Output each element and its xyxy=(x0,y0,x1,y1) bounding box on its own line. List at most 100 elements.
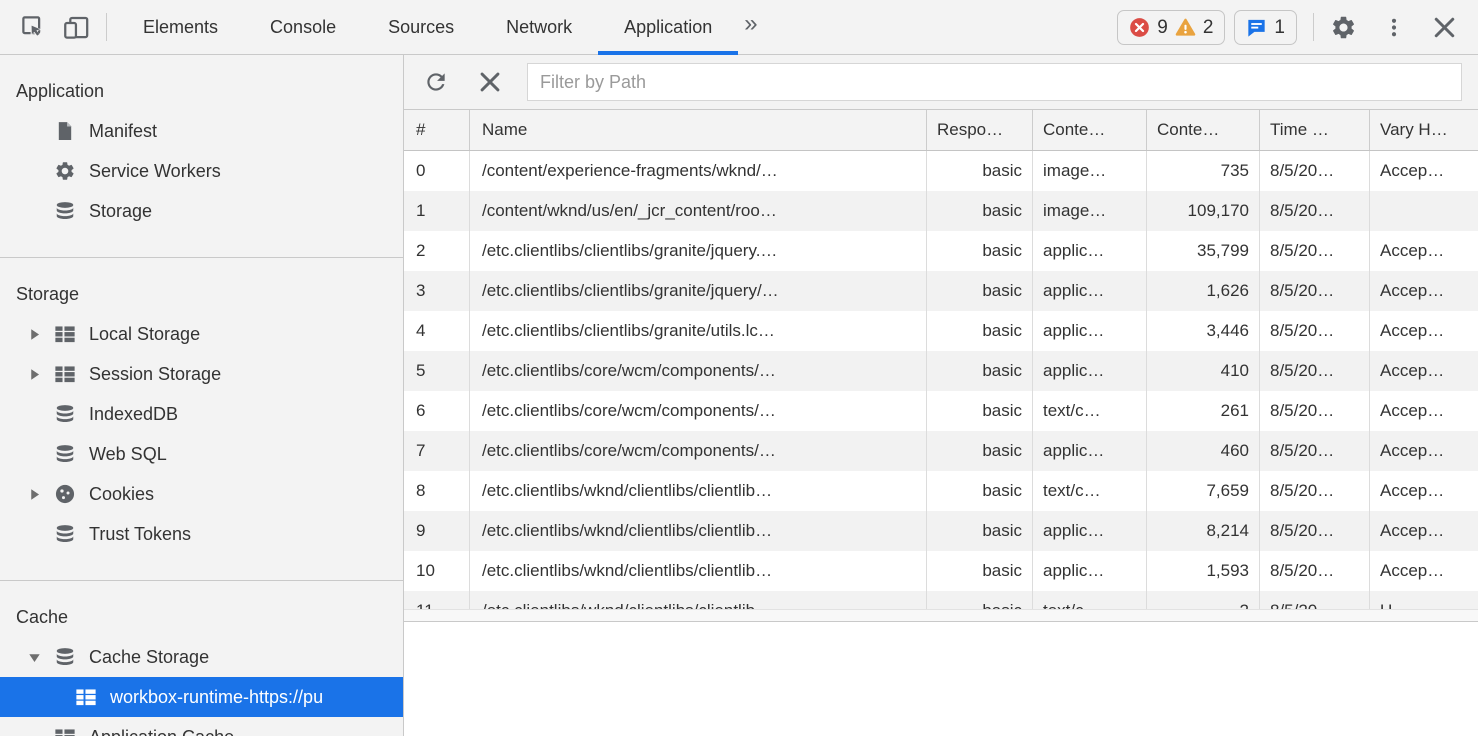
table-row[interactable]: 3 /etc.clientlibs/clientlibs/granite/jqu… xyxy=(404,271,1478,311)
cell-name: /content/experience-fragments/wknd/… xyxy=(470,151,927,191)
table-row[interactable]: 8 /etc.clientlibs/wknd/clientlibs/client… xyxy=(404,471,1478,511)
cell-response-type: basic xyxy=(927,551,1033,591)
cell-number: 11 xyxy=(404,591,470,609)
sidebar-item-label: Cache Storage xyxy=(89,647,209,668)
chevron-right-icon[interactable] xyxy=(28,368,54,381)
devtools-toolbar: Elements Console Sources Network Applica… xyxy=(0,0,1478,55)
warning-count: 2 xyxy=(1203,18,1214,37)
cell-number: 1 xyxy=(404,191,470,231)
chevron-right-icon[interactable] xyxy=(28,488,54,501)
cell-number: 5 xyxy=(404,351,470,391)
column-header-name[interactable]: Name xyxy=(470,110,927,150)
sidebar-item-indexeddb[interactable]: IndexedDB xyxy=(0,394,403,434)
sidebar-item-local-storage[interactable]: Local Storage xyxy=(0,314,403,354)
column-header-response-type[interactable]: Respo… xyxy=(927,110,1033,150)
table-row[interactable]: 11 /etc.clientlibs/wknd/clientlibs/clien… xyxy=(404,591,1478,609)
cell-name: /etc.clientlibs/core/wcm/components/… xyxy=(470,351,927,391)
cell-time-cached: 8/5/20… xyxy=(1260,151,1370,191)
table-row[interactable]: 7 /etc.clientlibs/core/wcm/components/… … xyxy=(404,431,1478,471)
tab-elements[interactable]: Elements xyxy=(117,0,244,54)
cache-entries-table: 0 /content/experience-fragments/wknd/… b… xyxy=(404,151,1478,609)
cell-vary-header: Accep… xyxy=(1370,471,1478,511)
sidebar-item-session-storage[interactable]: Session Storage xyxy=(0,354,403,394)
inspect-element-icon[interactable] xyxy=(20,14,47,41)
cell-vary-header: Accep… xyxy=(1370,551,1478,591)
table-header-row: # Name Respo… Conte… Conte… Time … Vary … xyxy=(404,110,1478,151)
cell-time-cached: 8/5/20… xyxy=(1260,431,1370,471)
settings-gear-icon[interactable] xyxy=(1330,14,1357,41)
cell-name: /etc.clientlibs/wknd/clientlibs/clientli… xyxy=(470,471,927,511)
cache-entry-preview-pane xyxy=(404,622,1478,736)
tab-console[interactable]: Console xyxy=(244,0,362,54)
cell-vary-header: Accep… xyxy=(1370,271,1478,311)
chevron-right-icon[interactable] xyxy=(28,328,54,341)
clear-icon[interactable] xyxy=(475,67,505,97)
cell-time-cached: 8/5/20… xyxy=(1260,391,1370,431)
cell-name: /content/wknd/us/en/_jcr_content/roo… xyxy=(470,191,927,231)
cell-number: 8 xyxy=(404,471,470,511)
cell-vary-header: Accep… xyxy=(1370,431,1478,471)
horizontal-scrollbar[interactable] xyxy=(404,609,1478,622)
close-devtools-icon[interactable] xyxy=(1431,14,1458,41)
cell-name: /etc.clientlibs/wknd/clientlibs/clientli… xyxy=(470,511,927,551)
column-header-content-type[interactable]: Conte… xyxy=(1033,110,1147,150)
column-header-vary-header[interactable]: Vary H… xyxy=(1370,110,1478,150)
table-row[interactable]: 10 /etc.clientlibs/wknd/clientlibs/clien… xyxy=(404,551,1478,591)
table-row[interactable]: 0 /content/experience-fragments/wknd/… b… xyxy=(404,151,1478,191)
cell-vary-header: U… xyxy=(1370,591,1478,609)
tab-application[interactable]: Application xyxy=(598,0,738,54)
more-options-kebab-icon[interactable] xyxy=(1383,14,1405,41)
devtools-window: Elements Console Sources Network Applica… xyxy=(0,0,1478,736)
table-icon xyxy=(54,726,76,736)
cell-content-type: applic… xyxy=(1033,511,1147,551)
message-count: 1 xyxy=(1274,18,1285,37)
sidebar-item-trust-tokens[interactable]: Trust Tokens xyxy=(0,514,403,554)
cell-response-type: basic xyxy=(927,431,1033,471)
sidebar-item-service-workers[interactable]: Service Workers xyxy=(0,151,403,191)
table-row[interactable]: 6 /etc.clientlibs/core/wcm/components/… … xyxy=(404,391,1478,431)
sidebar-item-storage[interactable]: Storage xyxy=(0,191,403,231)
device-toolbar-icon[interactable] xyxy=(63,14,90,41)
chevron-down-icon[interactable] xyxy=(28,651,54,664)
cell-time-cached: 8/5/20… xyxy=(1260,351,1370,391)
cache-toolbar xyxy=(404,55,1478,110)
sidebar-section-storage: Storage Local Storage xyxy=(0,258,403,581)
sidebar-item-cookies[interactable]: Cookies xyxy=(0,474,403,514)
table-row[interactable]: 1 /content/wknd/us/en/_jcr_content/roo… … xyxy=(404,191,1478,231)
cell-response-type: basic xyxy=(927,231,1033,271)
cell-time-cached: 8/5/20… xyxy=(1260,311,1370,351)
cell-content-length: 35,799 xyxy=(1147,231,1260,271)
application-panel-sidebar: Application Manifest Service Workers xyxy=(0,55,404,736)
table-row[interactable]: 4 /etc.clientlibs/clientlibs/granite/uti… xyxy=(404,311,1478,351)
console-messages-badge[interactable]: 1 xyxy=(1234,10,1297,45)
sidebar-item-label: Trust Tokens xyxy=(89,524,191,545)
toolbar-divider xyxy=(1313,13,1314,41)
more-tabs-icon[interactable]: » xyxy=(738,0,771,54)
filter-by-path-input[interactable] xyxy=(527,63,1462,101)
cell-vary-header: Accep… xyxy=(1370,511,1478,551)
table-icon xyxy=(54,323,76,345)
sidebar-item-workbox-cache[interactable]: workbox-runtime-https://pu xyxy=(0,677,403,717)
sidebar-item-cache-storage[interactable]: Cache Storage xyxy=(0,637,403,677)
tab-sources[interactable]: Sources xyxy=(362,0,480,54)
cell-time-cached: 8/5/20… xyxy=(1260,271,1370,311)
tab-network[interactable]: Network xyxy=(480,0,598,54)
table-row[interactable]: 9 /etc.clientlibs/wknd/clientlibs/client… xyxy=(404,511,1478,551)
refresh-icon[interactable] xyxy=(421,67,451,97)
column-header-content-length[interactable]: Conte… xyxy=(1147,110,1260,150)
cell-content-length: 261 xyxy=(1147,391,1260,431)
cell-response-type: basic xyxy=(927,511,1033,551)
table-row[interactable]: 5 /etc.clientlibs/core/wcm/components/… … xyxy=(404,351,1478,391)
cell-time-cached: 8/5/20… xyxy=(1260,231,1370,271)
cell-name: /etc.clientlibs/core/wcm/components/… xyxy=(470,391,927,431)
cell-content-length: 460 xyxy=(1147,431,1260,471)
column-header-time-cached[interactable]: Time … xyxy=(1260,110,1370,150)
cell-time-cached: 8/5/20… xyxy=(1260,471,1370,511)
sidebar-item-application-cache[interactable]: Application Cache xyxy=(0,717,403,736)
cell-vary-header: Accep… xyxy=(1370,311,1478,351)
console-issues-badge[interactable]: 9 2 xyxy=(1117,10,1225,45)
table-row[interactable]: 2 /etc.clientlibs/clientlibs/granite/jqu… xyxy=(404,231,1478,271)
sidebar-item-manifest[interactable]: Manifest xyxy=(0,111,403,151)
sidebar-item-web-sql[interactable]: Web SQL xyxy=(0,434,403,474)
column-header-number[interactable]: # xyxy=(404,110,470,150)
